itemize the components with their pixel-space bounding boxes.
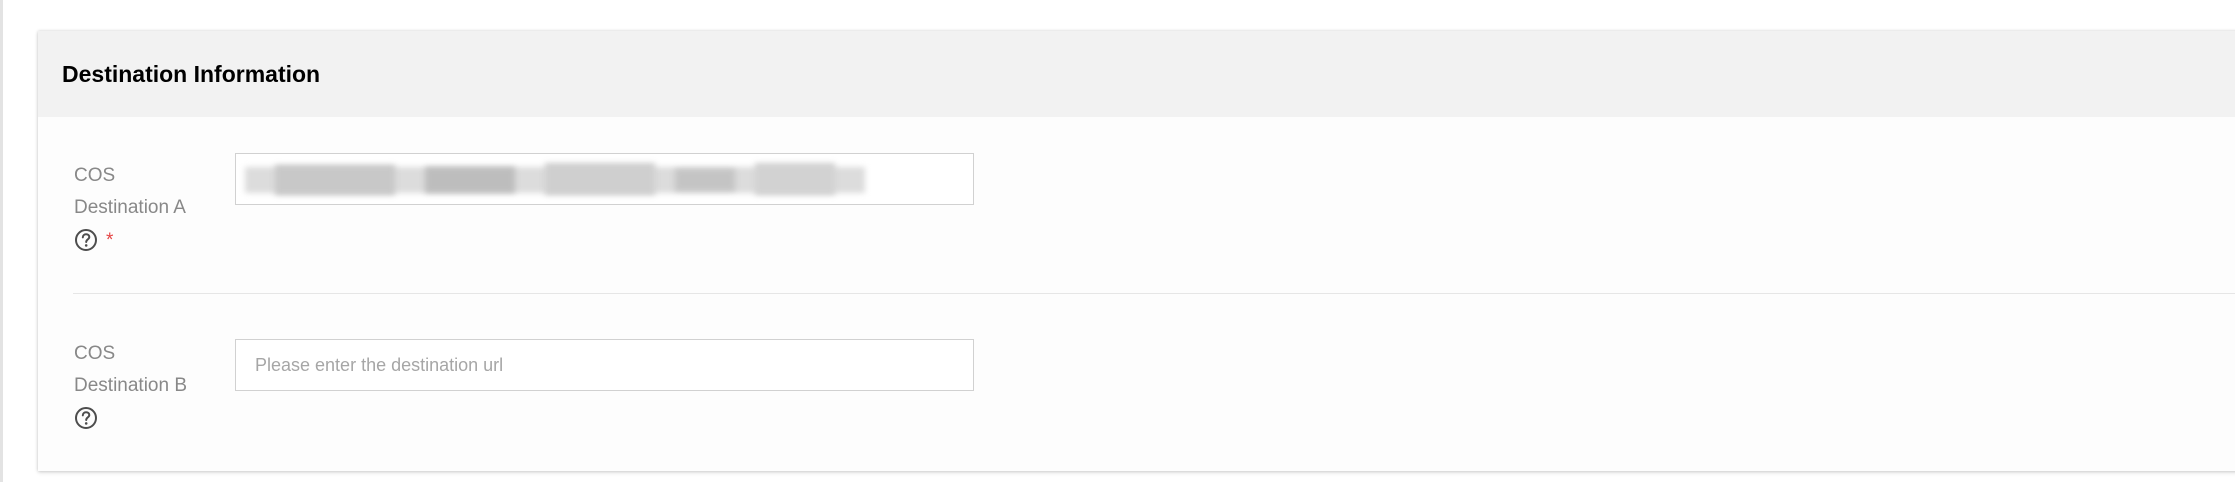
- label-line-1: COS: [74, 343, 116, 364]
- panel-header: Destination Information: [38, 31, 2235, 117]
- left-divider: [0, 0, 3, 482]
- label-line-1: COS: [74, 165, 116, 186]
- field-label-destination-b: COS Destination B: [74, 338, 244, 430]
- destination-panel: Destination Information COS Destination …: [38, 31, 2235, 471]
- field-label-destination-a: COS Destination A *: [74, 160, 244, 252]
- question-circle-icon[interactable]: [74, 406, 98, 430]
- question-circle-icon[interactable]: [74, 228, 98, 252]
- label-line-2: Destination B: [74, 375, 188, 396]
- label-line-2: Destination A: [74, 197, 186, 218]
- help-line: *: [74, 228, 244, 252]
- destination-form: COS Destination A * COS Destination B Pl…: [38, 117, 2235, 471]
- required-marker: *: [106, 229, 114, 251]
- form-row-destination-b: COS Destination B: [73, 294, 2235, 471]
- help-line: [74, 406, 244, 430]
- form-row-destination-a: COS Destination A *: [73, 117, 2235, 294]
- cos-destination-a-input[interactable]: [235, 153, 974, 205]
- cos-destination-b-input[interactable]: [235, 339, 974, 391]
- section-title: Destination Information: [62, 60, 321, 87]
